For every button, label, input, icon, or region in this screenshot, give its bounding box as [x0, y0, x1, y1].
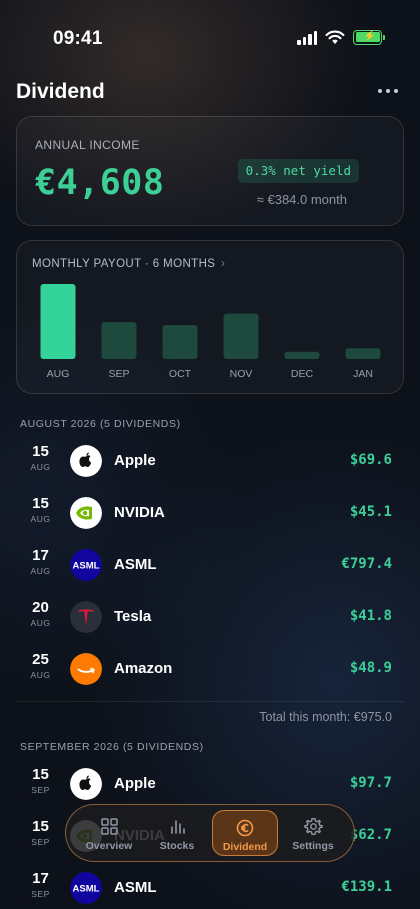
payment-month: SEP	[31, 785, 50, 795]
tab-overview[interactable]: Overview	[76, 810, 142, 856]
payment-day: 15	[32, 818, 49, 835]
payout-bar-sep[interactable]	[101, 322, 137, 359]
tab-stocks-label: Stocks	[159, 840, 195, 852]
stock-name: Apple	[114, 775, 156, 792]
month-tick-label: SEP	[108, 368, 129, 380]
payment-day: 25	[32, 651, 49, 668]
monthly-payout-chart: AUG SEP OCT NOV DEC JAN	[40, 284, 381, 380]
euro-icon	[236, 818, 254, 837]
stock-name: Apple	[114, 452, 156, 469]
svg-text:ASML: ASML	[73, 561, 100, 572]
asml-icon: ASML	[70, 872, 102, 904]
payment-month: SEP	[31, 837, 50, 847]
dividend-amount: $97.7	[349, 775, 392, 791]
page-title: Dividend	[16, 80, 105, 103]
dividend-amount: €139.1	[341, 879, 392, 895]
payout-bar-aug[interactable]	[40, 284, 76, 359]
status-icons: ⚡	[297, 29, 385, 45]
payment-month: AUG	[30, 618, 51, 628]
dividend-row[interactable]: 15 SEP Apple $97.7	[16, 758, 404, 810]
battery-icon: ⚡	[353, 29, 385, 45]
dividend-row[interactable]: 17 AUG ASML ASML €797.4	[16, 539, 404, 591]
dividend-amount: $69.6	[349, 452, 392, 468]
month-tick-label: OCT	[169, 368, 192, 380]
payment-month: AUG	[30, 566, 51, 576]
tab-stocks[interactable]: Stocks	[144, 810, 210, 856]
monthly-total: Total this month: €975.0	[259, 710, 392, 724]
payment-day: 20	[32, 599, 49, 616]
grid-icon	[100, 817, 118, 836]
dividend-row[interactable]: 25 AUG Amazon $48.9	[16, 643, 404, 695]
net-yield-badge: 0.3% net yield	[237, 159, 359, 183]
amazon-icon	[70, 653, 102, 685]
dividend-amount: $48.9	[349, 660, 392, 676]
payout-bar-nov[interactable]	[223, 313, 259, 359]
section-header: SEPTEMBER 2026 (5 DIVIDENDS)	[20, 741, 204, 753]
payout-bar-dec[interactable]	[284, 351, 320, 359]
wifi-icon	[325, 30, 345, 44]
tab-dividend-label: Dividend	[222, 841, 268, 853]
gear-icon	[303, 817, 323, 836]
bar-chart-icon	[169, 817, 186, 836]
svg-text:ASML: ASML	[73, 884, 100, 895]
payment-day: 17	[32, 547, 49, 564]
month-tick-label: DEC	[291, 368, 314, 380]
section-header: AUGUST 2026 (5 DIVIDENDS)	[20, 418, 181, 430]
dividend-amount: $45.1	[349, 504, 392, 520]
dividend-row[interactable]: 15 AUG Apple $69.6	[16, 435, 404, 487]
tab-overview-label: Overview	[85, 840, 133, 852]
tab-settings[interactable]: Settings	[280, 810, 346, 856]
payment-day: 15	[32, 766, 49, 783]
payment-day: 15	[32, 443, 49, 460]
month-tick-label: AUG	[47, 368, 70, 380]
annual-income-card: ANNUAL INCOME €4,608 0.3% net yield ≈ €3…	[16, 116, 404, 226]
dividend-row[interactable]: 20 AUG Tesla $41.8	[16, 591, 404, 643]
payment-day: 15	[32, 495, 49, 512]
monthly-payout-card[interactable]: MONTHLY PAYOUT · 6 MONTHS › AUG SEP OCT NOV…	[16, 240, 404, 394]
dividend-row[interactable]: 17 SEP ASML ASML €139.1	[16, 862, 404, 909]
section-divider	[16, 701, 404, 702]
payment-month: AUG	[30, 514, 51, 524]
apple-icon	[70, 445, 102, 477]
stock-name: ASML	[114, 879, 157, 896]
status-bar: 09:41 ⚡	[0, 0, 420, 70]
stock-name: ASML	[114, 556, 157, 573]
annual-income-label: ANNUAL INCOME	[35, 138, 140, 152]
bottom-tab-bar: Overview Stocks Dividend Settings	[65, 804, 355, 862]
annual-income-value: €4,608	[35, 163, 165, 203]
more-options-button[interactable]	[378, 89, 398, 93]
page-header: Dividend	[16, 80, 404, 104]
payment-month: SEP	[31, 889, 50, 899]
cellular-signal-icon	[297, 29, 317, 45]
dividend-amount: $41.8	[349, 608, 392, 624]
tab-dividend[interactable]: Dividend	[212, 810, 278, 856]
tab-settings-label: Settings	[292, 840, 334, 852]
dividend-amount: €797.4	[341, 556, 392, 572]
payment-month: AUG	[30, 462, 51, 472]
payment-day: 17	[32, 870, 49, 887]
month-tick-label: NOV	[230, 368, 253, 380]
nvidia-icon	[70, 497, 102, 529]
stock-name: Amazon	[114, 660, 173, 677]
stock-name: Tesla	[114, 608, 152, 625]
stock-name: NVIDIA	[114, 504, 165, 521]
tesla-icon	[70, 601, 102, 633]
payout-bar-oct[interactable]	[162, 325, 198, 359]
payment-month: AUG	[30, 670, 51, 680]
month-tick-label: JAN	[353, 368, 373, 380]
dividend-row[interactable]: 15 AUG NVIDIA $45.1	[16, 487, 404, 539]
monthly-estimate: ≈ €384.0 month	[256, 192, 347, 207]
asml-icon: ASML	[70, 549, 102, 581]
payout-bar-jan[interactable]	[345, 348, 381, 359]
status-time: 09:41	[53, 28, 103, 49]
apple-icon	[70, 768, 102, 800]
dividend-amount: $62.7	[349, 827, 392, 843]
